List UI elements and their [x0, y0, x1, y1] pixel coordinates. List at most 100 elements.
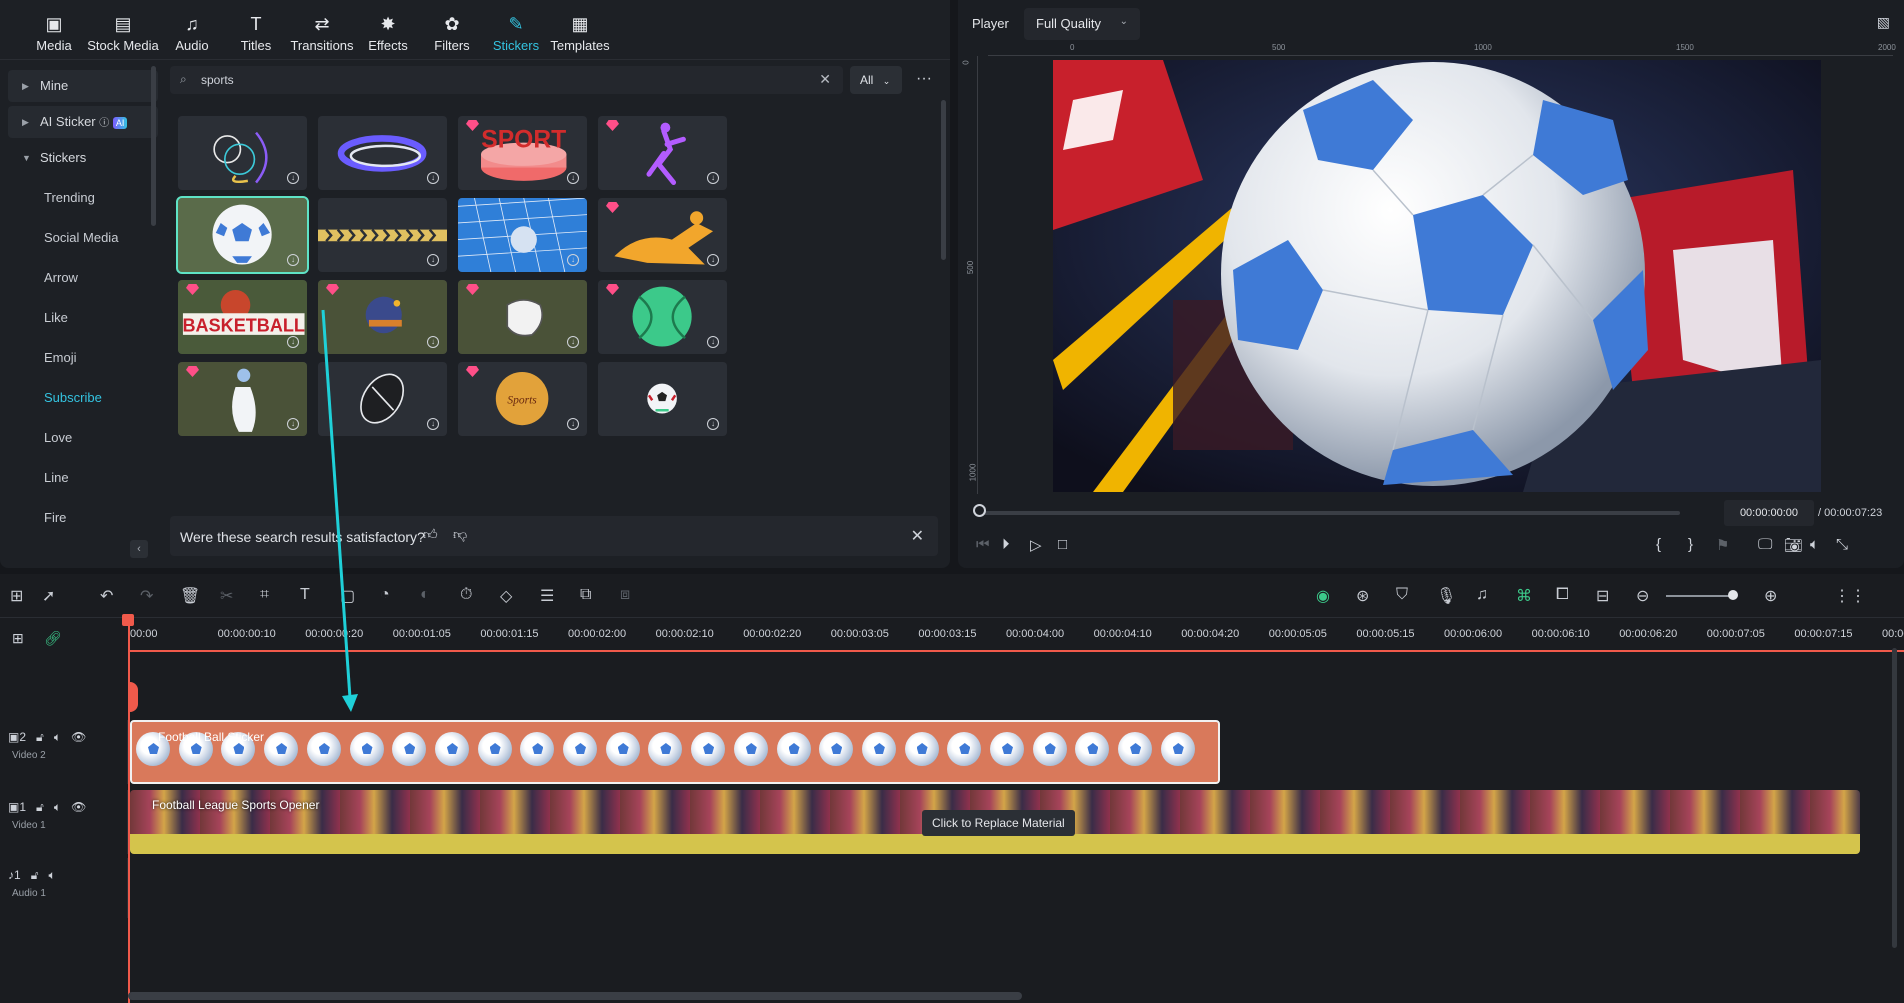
sport-3d-sticker[interactable]: SPORT ↓ [458, 116, 587, 190]
download-icon[interactable]: ↓ [707, 418, 719, 430]
snapshot-icon[interactable]: 📷︎ [1784, 536, 1803, 554]
zoom-slider-handle[interactable] [1728, 590, 1738, 600]
sidebar-item-subscribe[interactable]: Subscribe [8, 378, 158, 418]
mark-in-icon[interactable]: { [1656, 536, 1661, 553]
download-icon[interactable]: ↓ [427, 172, 439, 184]
timeline-hscrollbar[interactable] [128, 992, 1022, 1000]
sidebar-group-ai-sticker[interactable]: ▶ AI Sticker ⓘ AI [8, 106, 158, 138]
download-icon[interactable]: ↓ [427, 336, 439, 348]
soccer-ball-sticker[interactable]: ↓ [176, 196, 309, 274]
download-icon[interactable]: ↓ [567, 418, 579, 430]
speed-icon[interactable]: ◔ [380, 586, 390, 604]
render-icon[interactable]: ⊛ [1356, 586, 1369, 606]
tab-stickers[interactable]: ✎ Stickers [484, 0, 548, 59]
sidebar-scrollbar[interactable] [151, 66, 156, 226]
sidebar-item-line[interactable]: Line [8, 458, 158, 498]
sidebar-item-love[interactable]: Love [8, 418, 158, 458]
adjust-icon[interactable]: ☰ [540, 586, 554, 606]
pip-icon[interactable]: ⧠ [1556, 586, 1569, 604]
search-input[interactable]: sports [201, 73, 234, 87]
basketball-sticker[interactable]: BASKETBALL ↓ [178, 280, 307, 354]
ai-audio-icon[interactable]: ◉ [1316, 586, 1330, 606]
keyframe-icon[interactable]: ◇ [500, 586, 512, 606]
redo-icon[interactable]: ↷ [140, 586, 153, 606]
lock-icon[interactable]: 🔓︎ [36, 800, 44, 814]
download-icon[interactable]: ↓ [287, 172, 299, 184]
runner-sticker[interactable]: ↓ [598, 116, 727, 190]
help-icon[interactable]: ⓘ [99, 118, 109, 129]
tab-effects[interactable]: ✸ Effects [356, 0, 420, 59]
split-screen-icon[interactable]: ⊟ [1596, 586, 1609, 606]
sticker-clip[interactable]: Football Ball Sticker [130, 720, 1220, 784]
shape-icon[interactable]: ▢ [340, 586, 355, 606]
helmet-sticker[interactable]: ↓ [318, 280, 447, 354]
download-icon[interactable]: ↓ [567, 254, 579, 266]
stop-icon[interactable]: □ [1058, 536, 1067, 553]
zoom-out-icon[interactable]: ⊖ [1636, 586, 1649, 606]
current-time[interactable]: 00:00:00:00 [1724, 500, 1814, 526]
playhead-handle[interactable] [122, 614, 134, 626]
crop-icon[interactable]: ⌗ [260, 586, 269, 604]
sidebar-item-emoji[interactable]: Emoji [8, 338, 158, 378]
play-icon[interactable]: ▷ [1030, 536, 1042, 554]
thumbs-up-icon[interactable]: 👍︎ [423, 526, 438, 543]
tab-titles[interactable]: T Titles [224, 0, 288, 59]
sidebar-item-fire[interactable]: Fire [8, 498, 158, 538]
add-track-icon[interactable]: ⊞ [12, 630, 24, 647]
zoom-in-icon[interactable]: ⊕ [1764, 586, 1777, 606]
sidebar-item-trending[interactable]: Trending [8, 178, 158, 218]
stickers-badge-sticker[interactable]: Sports ↓ [458, 362, 587, 436]
volume-icon[interactable]: 🔈︎ [54, 800, 61, 814]
volume-icon[interactable]: 🔈︎ [54, 730, 61, 744]
chevron-stripe-sticker[interactable]: ↓ [318, 198, 447, 272]
microphone-icon[interactable]: 🎙︎ [1436, 586, 1456, 606]
zoom-slider[interactable] [1666, 595, 1736, 597]
link-icon[interactable]: 🔗︎ [44, 630, 62, 647]
video-preview[interactable] [1053, 60, 1821, 492]
color-icon[interactable]: ◐ [420, 586, 430, 604]
select-tool-icon[interactable]: ➚ [42, 586, 55, 606]
timer-icon[interactable]: ⏱ [460, 586, 472, 604]
tab-transitions[interactable]: ⇄ Transitions [288, 0, 356, 59]
tab-filters[interactable]: ✿ Filters [420, 0, 484, 59]
audio-mixer-icon[interactable]: ♫ [1476, 586, 1488, 604]
eye-icon[interactable]: 👁︎ [71, 800, 86, 814]
playback-seekbar[interactable] [980, 511, 1680, 515]
download-icon[interactable]: ↓ [287, 418, 299, 430]
delete-icon[interactable]: 🗑︎ [180, 586, 200, 606]
sidebar-item-like[interactable]: Like [8, 298, 158, 338]
grid-menu-icon[interactable]: ⋮⋮ [1834, 586, 1866, 606]
small-soccer-ball-sticker[interactable]: ↓ [598, 362, 727, 436]
clear-search-icon[interactable]: ✕ [819, 71, 831, 88]
tab-stock-media[interactable]: ▤ Stock Media [86, 0, 160, 59]
mark-out-icon[interactable]: } [1688, 536, 1693, 553]
snap-icon[interactable]: ⌘ [1516, 586, 1532, 606]
cut-icon[interactable]: ✂ [220, 586, 233, 606]
scopes-icon[interactable]: ▧ [1877, 14, 1890, 31]
volume-icon[interactable]: 🔈︎ [49, 868, 56, 882]
download-icon[interactable]: ↓ [427, 254, 439, 266]
group-icon[interactable]: ⧈ [620, 586, 630, 604]
download-icon[interactable]: ↓ [287, 254, 299, 266]
download-icon[interactable]: ↓ [287, 336, 299, 348]
download-icon[interactable]: ↓ [707, 254, 719, 266]
goalkeeper-sticker[interactable]: ↓ [598, 198, 727, 272]
filter-dropdown[interactable]: All ⌄ [850, 66, 902, 94]
play-slow-icon[interactable]: ⏵ [1002, 536, 1010, 553]
volume-icon[interactable]: 🔈︎ [1810, 536, 1819, 553]
glove-sticker[interactable]: ↓ [458, 280, 587, 354]
eye-icon[interactable]: 👁︎ [71, 730, 86, 744]
shield-icon[interactable]: ⛉ [1396, 586, 1408, 604]
sidebar-group-mine[interactable]: ▶ Mine [8, 70, 158, 102]
undo-icon[interactable]: ↶ [100, 586, 113, 606]
lock-icon[interactable]: 🔓︎ [36, 730, 44, 744]
tab-media[interactable]: ▣ Media [22, 0, 86, 59]
prev-frame-icon[interactable]: ⏮ [976, 536, 990, 553]
quality-dropdown[interactable]: Full Quality ⌄ [1024, 8, 1140, 40]
time-ruler[interactable]: 00:00 00:00:00:10 00:00:00:20 00:00:01:05 00… [128, 618, 1904, 652]
swoosh-sticker[interactable]: ↓ [318, 116, 447, 190]
rugby-ball-sticker[interactable]: ↓ [318, 362, 447, 436]
download-icon[interactable]: ↓ [567, 172, 579, 184]
download-icon[interactable]: ↓ [707, 172, 719, 184]
fullscreen-icon[interactable]: ⤡ [1836, 536, 1848, 553]
